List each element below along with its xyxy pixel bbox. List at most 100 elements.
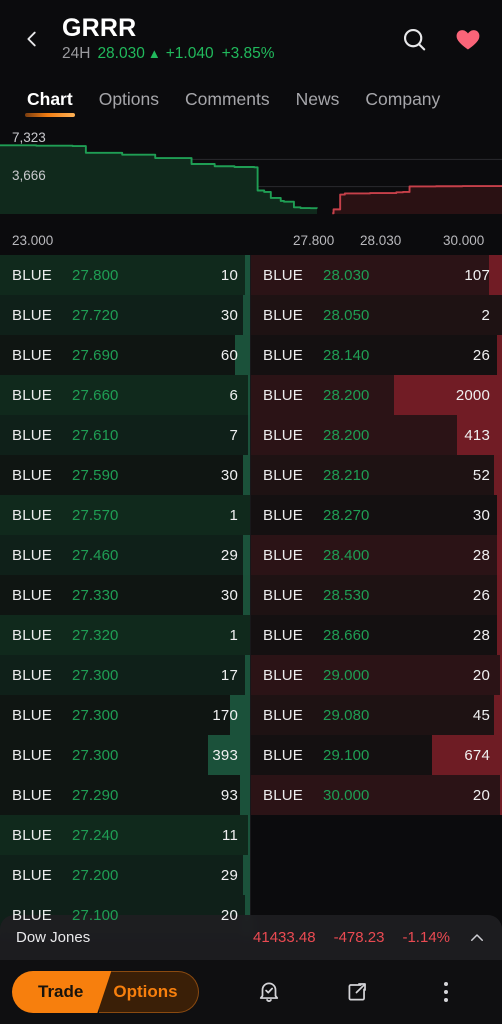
- order-size: 393: [212, 746, 238, 764]
- market-maker: BLUE: [12, 746, 52, 764]
- order-size: 28: [472, 626, 490, 644]
- table-row[interactable]: BLUE 27.800 10: [0, 255, 250, 295]
- table-row[interactable]: BLUE 28.530 26: [251, 575, 502, 615]
- depth-bar: [494, 695, 502, 735]
- table-row[interactable]: BLUE 28.200 2000: [251, 375, 502, 415]
- market-maker: BLUE: [263, 346, 303, 364]
- order-price: 27.290: [72, 786, 119, 804]
- table-row[interactable]: BLUE 27.590 30: [0, 455, 250, 495]
- depth-chart[interactable]: 7,323 3,666: [0, 126, 502, 231]
- favorite-button[interactable]: [452, 23, 484, 55]
- market-maker: BLUE: [12, 906, 52, 924]
- market-maker: BLUE: [263, 626, 303, 644]
- market-maker: BLUE: [263, 266, 303, 284]
- order-size: 1: [229, 626, 238, 644]
- order-price: 28.050: [323, 306, 370, 324]
- table-row[interactable]: BLUE 28.200 413: [251, 415, 502, 455]
- table-row[interactable]: BLUE 30.000 20: [251, 775, 502, 815]
- depth-bar: [489, 255, 502, 295]
- options-button[interactable]: Options: [99, 971, 199, 1013]
- order-price: 27.610: [72, 426, 119, 444]
- market-maker: BLUE: [263, 386, 303, 404]
- market-maker: BLUE: [263, 746, 303, 764]
- table-row[interactable]: BLUE 27.660 6: [0, 375, 250, 415]
- order-price: 28.530: [323, 586, 370, 604]
- tab-chart[interactable]: Chart: [14, 89, 86, 118]
- ticker-change-percent: -1.14%: [402, 929, 450, 946]
- table-row[interactable]: BLUE 28.030 107: [251, 255, 502, 295]
- market-maker: BLUE: [263, 306, 303, 324]
- depth-bar: [496, 615, 502, 655]
- ticker-expand-button[interactable]: [468, 929, 486, 947]
- order-price: 27.300: [72, 746, 119, 764]
- share-button[interactable]: [335, 970, 379, 1014]
- tab-options[interactable]: Options: [86, 89, 172, 118]
- bell-check-icon: [259, 982, 278, 1002]
- order-size: 20: [472, 666, 490, 684]
- market-maker: BLUE: [263, 586, 303, 604]
- order-size: 107: [464, 266, 490, 284]
- table-row[interactable]: BLUE 27.290 93: [0, 775, 250, 815]
- table-row[interactable]: BLUE 27.320 1: [0, 615, 250, 655]
- order-price: 27.660: [72, 386, 119, 404]
- table-row[interactable]: BLUE 27.300 170: [0, 695, 250, 735]
- tab-company-label: Company: [365, 89, 441, 109]
- table-row[interactable]: BLUE 28.210 52: [251, 455, 502, 495]
- order-size: 52: [472, 466, 490, 484]
- table-row[interactable]: BLUE 27.300 393: [0, 735, 250, 775]
- price-change-percent: +3.85%: [221, 45, 275, 62]
- market-maker: BLUE: [12, 426, 52, 444]
- table-row[interactable]: BLUE 29.100 674: [251, 735, 502, 775]
- ticker-symbol: GRRR: [62, 14, 137, 42]
- market-maker: BLUE: [263, 466, 303, 484]
- order-price: 27.720: [72, 306, 119, 324]
- order-price: 27.300: [72, 666, 119, 684]
- table-row[interactable]: BLUE 27.300 17: [0, 655, 250, 695]
- order-book: BLUE 27.800 10 BLUE 27.720 30 BLUE 27.690 60 BLUE…: [0, 255, 502, 935]
- market-maker: BLUE: [12, 506, 52, 524]
- search-icon: [403, 28, 425, 50]
- order-price: 27.100: [72, 906, 119, 924]
- table-row[interactable]: BLUE 27.200 29: [0, 855, 250, 895]
- table-row[interactable]: BLUE 27.610 7: [0, 415, 250, 455]
- ticker-name: Dow Jones: [16, 929, 91, 946]
- ticker-change: -478.23: [333, 929, 385, 946]
- header-actions: [398, 23, 484, 55]
- table-row[interactable]: BLUE 29.080 45: [251, 695, 502, 735]
- title-block: GRRR 24H 28.030 ▲ +1.040 +3.85%: [52, 14, 398, 64]
- order-size: 28: [472, 546, 490, 564]
- table-row[interactable]: BLUE 27.720 30: [0, 295, 250, 335]
- table-row[interactable]: BLUE 28.660 28: [251, 615, 502, 655]
- trade-button[interactable]: Trade: [12, 971, 111, 1013]
- table-row[interactable]: BLUE 27.570 1: [0, 495, 250, 535]
- tab-comments[interactable]: Comments: [172, 89, 283, 118]
- tab-chart-label: Chart: [27, 89, 73, 109]
- table-row[interactable]: BLUE 28.270 30: [251, 495, 502, 535]
- order-price: 28.660: [323, 626, 370, 644]
- share-icon: [348, 983, 367, 1001]
- order-size: 170: [212, 706, 238, 724]
- table-row[interactable]: BLUE 28.140 26: [251, 335, 502, 375]
- more-button[interactable]: [424, 970, 468, 1014]
- table-row[interactable]: BLUE 28.400 28: [251, 535, 502, 575]
- table-row[interactable]: BLUE 27.240 11: [0, 815, 250, 855]
- order-size: 2: [481, 306, 490, 324]
- depth-bar: [496, 495, 502, 535]
- alert-button[interactable]: [247, 970, 291, 1014]
- table-row[interactable]: BLUE 27.690 60: [0, 335, 250, 375]
- depth-chart-xaxis: 23.000 27.800 28.030 30.000: [0, 231, 502, 255]
- table-row[interactable]: BLUE 28.050 2: [251, 295, 502, 335]
- table-row[interactable]: BLUE 27.330 30: [0, 575, 250, 615]
- order-size: 60: [220, 346, 238, 364]
- order-price: 28.210: [323, 466, 370, 484]
- order-size: 30: [220, 466, 238, 484]
- table-row[interactable]: BLUE 29.000 20: [251, 655, 502, 695]
- order-price: 28.270: [323, 506, 370, 524]
- order-price: 28.200: [323, 426, 370, 444]
- tab-news[interactable]: News: [283, 89, 353, 118]
- back-button[interactable]: [12, 19, 52, 59]
- search-button[interactable]: [398, 23, 430, 55]
- tab-company[interactable]: Company: [352, 89, 453, 118]
- table-row[interactable]: BLUE 27.460 29: [0, 535, 250, 575]
- order-price: 29.080: [323, 706, 370, 724]
